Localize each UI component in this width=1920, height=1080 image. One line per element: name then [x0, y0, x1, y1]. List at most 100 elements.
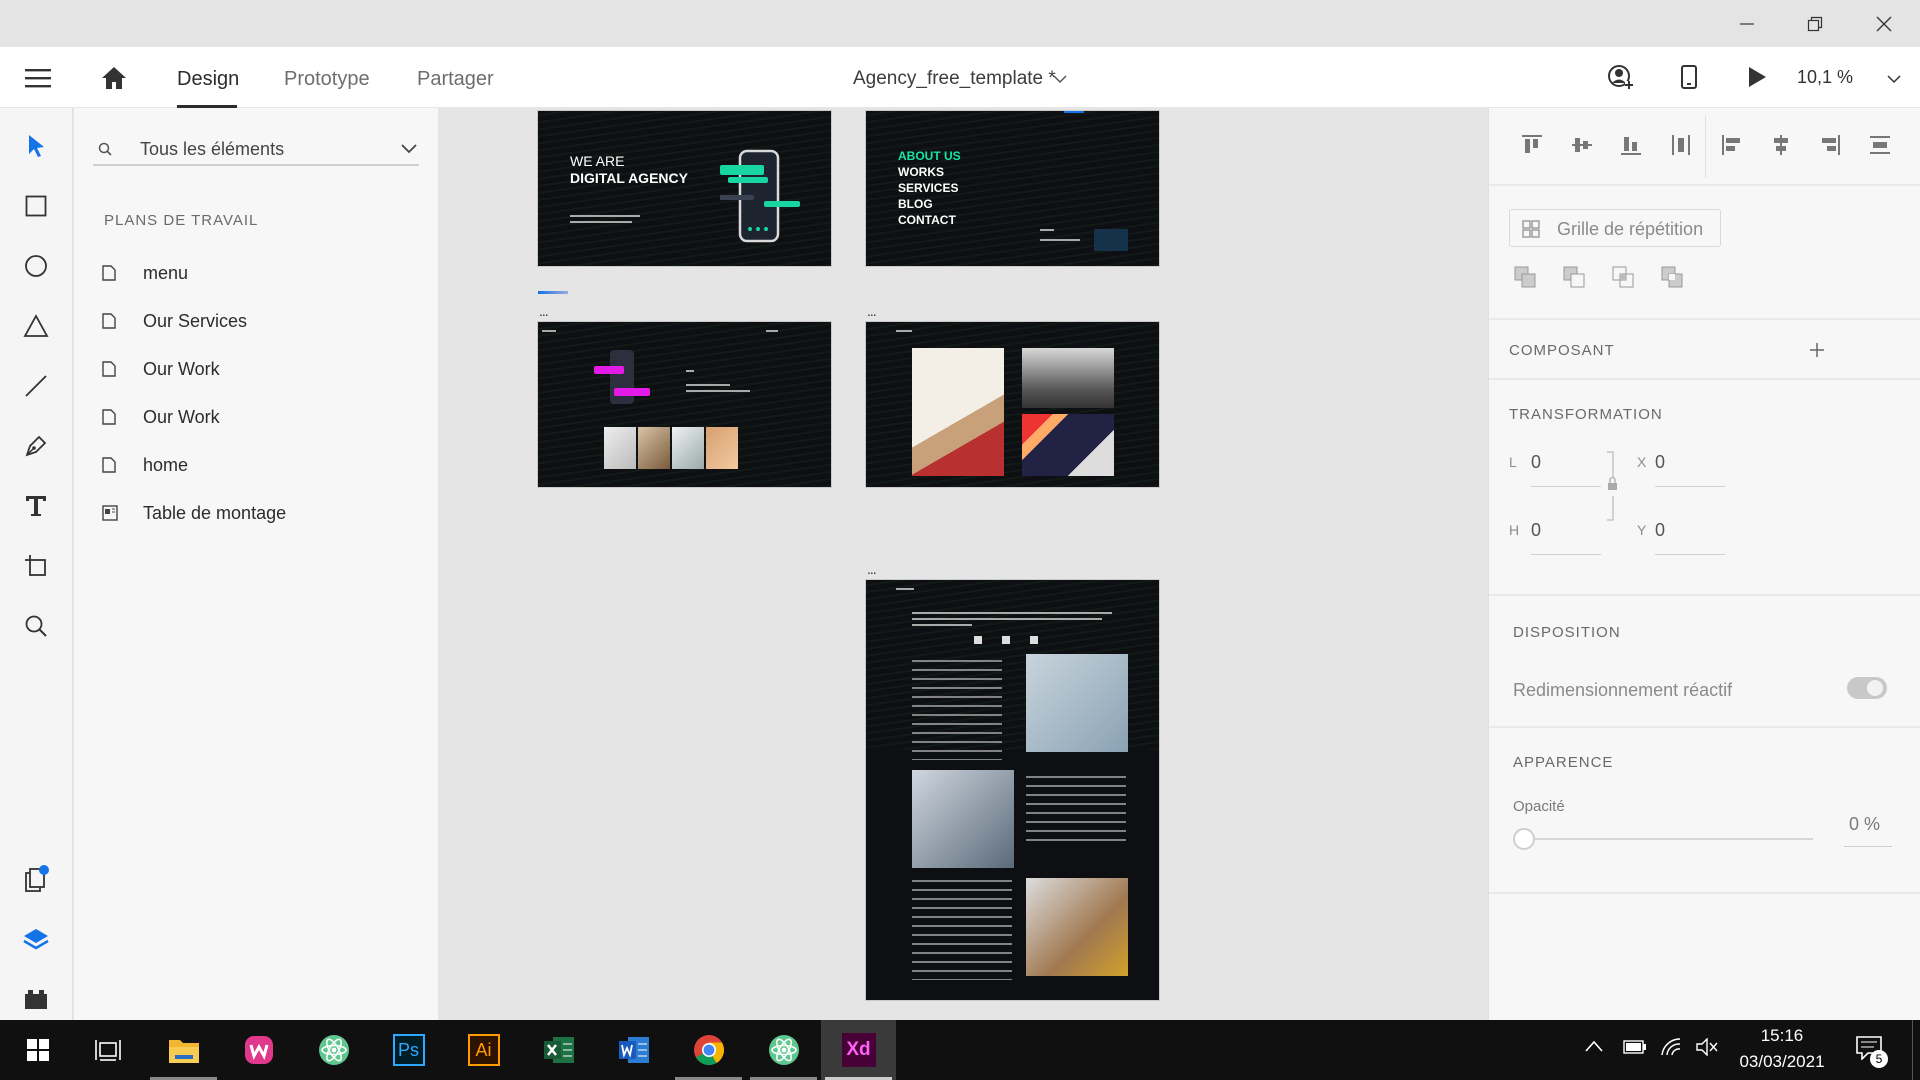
- taskbar-excel[interactable]: [521, 1020, 596, 1080]
- repeat-grid-button[interactable]: Grille de répétition: [1509, 209, 1721, 247]
- artboard-options-icon[interactable]: ...: [867, 304, 877, 318]
- taskbar-chrome[interactable]: [671, 1020, 746, 1080]
- x-field[interactable]: 0: [1655, 452, 1665, 473]
- artboard-our-work-thumbnail[interactable]: [538, 322, 831, 487]
- close-button[interactable]: [1860, 0, 1908, 47]
- pen-tool[interactable]: [18, 428, 54, 464]
- hamburger-menu-button[interactable]: [22, 63, 54, 93]
- boolean-add-button[interactable]: [1513, 265, 1537, 289]
- text-tool[interactable]: [18, 488, 54, 524]
- taskbar-word[interactable]: [596, 1020, 671, 1080]
- artboard-menu-thumbnail[interactable]: ABOUT US WORKS SERVICES BLOG CONTACT: [866, 111, 1159, 266]
- show-desktop-button[interactable]: [1912, 1020, 1920, 1080]
- network-button[interactable]: [1660, 1037, 1682, 1057]
- whiteboard-photo: [1026, 654, 1128, 752]
- nav-text: [766, 330, 778, 332]
- select-arrow-icon: [29, 135, 44, 157]
- battery-icon: [1623, 1040, 1646, 1054]
- boolean-add-icon: [1514, 266, 1536, 288]
- ellipse-tool[interactable]: [18, 248, 54, 284]
- rectangle-tool[interactable]: [18, 188, 54, 224]
- artboard-options-icon[interactable]: ...: [539, 304, 549, 318]
- tab-prototype[interactable]: Prototype: [284, 68, 370, 91]
- artboard-item-our-services[interactable]: Our Services: [92, 304, 422, 340]
- add-component-button[interactable]: [1809, 342, 1825, 358]
- device-preview-button[interactable]: [1673, 61, 1705, 93]
- lock-proportions-icon[interactable]: [1605, 450, 1617, 528]
- hero-text-line: [570, 215, 640, 217]
- boolean-exclude-button[interactable]: [1660, 265, 1684, 289]
- layers-icon: [23, 929, 49, 950]
- xd-icon: Xd: [841, 1033, 876, 1067]
- opacity-slider[interactable]: [1513, 828, 1813, 850]
- task-view-button[interactable]: [70, 1020, 145, 1080]
- preview-play-button[interactable]: [1741, 61, 1773, 93]
- artboard-item-menu[interactable]: menu: [92, 256, 422, 292]
- services-intro-line: [912, 612, 1112, 614]
- align-left-button[interactable]: [1717, 130, 1747, 160]
- taskbar-photoshop[interactable]: Ps: [371, 1020, 446, 1080]
- distribute-horizontal-button[interactable]: [1865, 130, 1895, 160]
- opacity-value-field[interactable]: 0 %: [1849, 814, 1880, 835]
- align-middle-button[interactable]: [1567, 130, 1597, 160]
- assets-icon: [25, 865, 49, 892]
- document-menu-button[interactable]: [1050, 69, 1070, 89]
- chevron-down-icon: [1887, 74, 1901, 83]
- tab-design[interactable]: Design: [177, 68, 239, 91]
- boolean-subtract-button[interactable]: [1562, 265, 1586, 289]
- plugins-panel-button[interactable]: [18, 981, 54, 1017]
- taskbar-atom-2[interactable]: [746, 1020, 821, 1080]
- taskbar-wampserver[interactable]: [221, 1020, 296, 1080]
- taskbar-file-explorer[interactable]: [146, 1020, 221, 1080]
- taskbar-illustrator[interactable]: Ai: [446, 1020, 521, 1080]
- artboard-our-services-thumbnail[interactable]: [866, 580, 1159, 1000]
- divider: [1489, 378, 1920, 380]
- share-user-button[interactable]: [1604, 61, 1636, 93]
- show-hidden-icons-button[interactable]: [1585, 1040, 1603, 1052]
- boolean-intersect-button[interactable]: [1611, 265, 1635, 289]
- notification-center-button[interactable]: 5: [1856, 1036, 1888, 1068]
- artboard-item-home[interactable]: home: [92, 448, 422, 484]
- clock-button[interactable]: 15:16 03/03/2021: [1730, 1020, 1834, 1080]
- layers-search-field[interactable]: Tous les éléments: [93, 132, 419, 166]
- align-center-button[interactable]: [1766, 130, 1796, 160]
- minimize-button[interactable]: [1723, 0, 1771, 47]
- home-button[interactable]: [97, 62, 131, 94]
- start-button[interactable]: [0, 1020, 75, 1080]
- document-title[interactable]: Agency_free_template *: [853, 68, 1056, 90]
- artboard-home-thumbnail[interactable]: WE ARE DIGITAL AGENCY: [538, 111, 831, 266]
- layers-panel-button[interactable]: [18, 921, 54, 957]
- opacity-slider-thumb[interactable]: [1513, 828, 1535, 850]
- width-field[interactable]: 0: [1531, 452, 1541, 473]
- distribute-vertical-button[interactable]: [1666, 130, 1696, 160]
- align-middle-icon: [1572, 138, 1592, 152]
- battery-button[interactable]: [1623, 1040, 1647, 1054]
- tab-share[interactable]: Partager: [417, 68, 494, 91]
- restore-button[interactable]: [1791, 0, 1839, 47]
- zoom-dropdown-button[interactable]: [1884, 69, 1904, 89]
- y-field[interactable]: 0: [1655, 520, 1665, 541]
- close-icon: [1876, 16, 1892, 31]
- zoom-level[interactable]: 10,1 %: [1797, 67, 1853, 88]
- align-right-button[interactable]: [1815, 130, 1845, 160]
- artboard-tool[interactable]: [18, 548, 54, 584]
- height-field[interactable]: 0: [1531, 520, 1541, 541]
- polygon-tool[interactable]: [18, 308, 54, 344]
- assets-panel-button[interactable]: [18, 861, 54, 897]
- taskbar-atom[interactable]: [296, 1020, 371, 1080]
- line-tool[interactable]: [18, 368, 54, 404]
- align-top-button[interactable]: [1517, 130, 1547, 160]
- gallery-image: [638, 427, 670, 469]
- artboard-item-our-work[interactable]: Our Work: [92, 352, 422, 388]
- zoom-tool[interactable]: [18, 608, 54, 644]
- align-bottom-button[interactable]: [1616, 130, 1646, 160]
- select-tool[interactable]: [18, 128, 54, 164]
- artboard-options-icon[interactable]: ...: [867, 562, 877, 576]
- responsive-resize-toggle[interactable]: [1847, 677, 1887, 699]
- design-canvas[interactable]: WE ARE DIGITAL AGENCY ABOUT US WORKS SER…: [438, 108, 1488, 1020]
- taskbar-xd[interactable]: Xd: [821, 1020, 896, 1080]
- artboard-item-pasteboard[interactable]: Table de montage: [92, 496, 422, 532]
- artboard-item-our-work-2[interactable]: Our Work: [92, 400, 422, 436]
- volume-button[interactable]: [1696, 1038, 1718, 1056]
- artboard-our-work-2-thumbnail[interactable]: [866, 322, 1159, 487]
